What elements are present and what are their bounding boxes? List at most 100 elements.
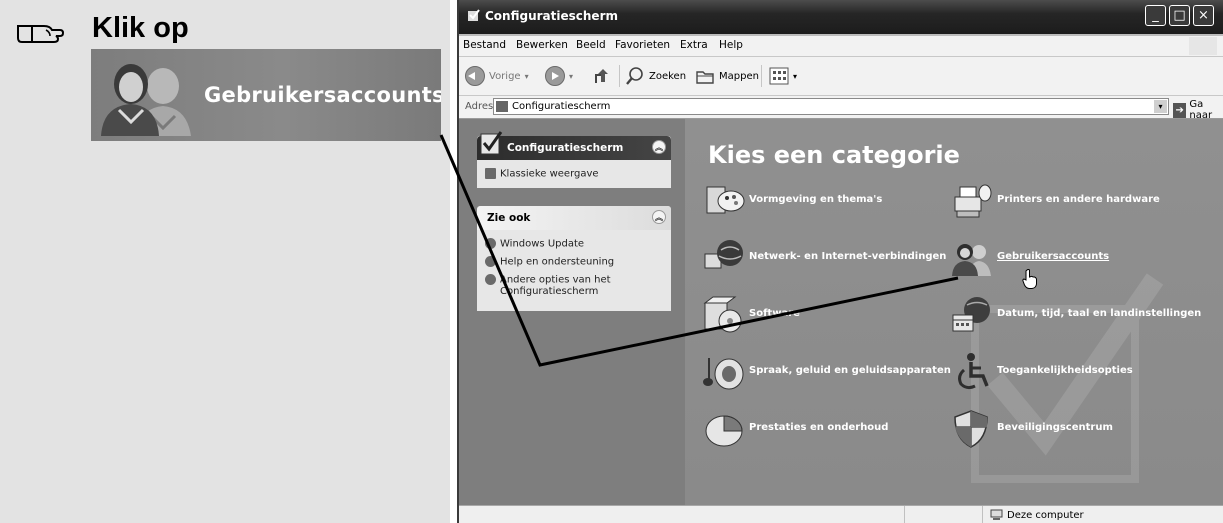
category-performance-label: Prestaties en onderhoud [749, 422, 889, 433]
pie-chart-icon [705, 415, 743, 447]
control-panel-box-header[interactable]: Configuratiescherm ︽ [477, 131, 671, 160]
menu-extra[interactable]: Extra [680, 39, 708, 51]
address-bar: Adres Configuratiescherm ▾ ➔ Ga naar [459, 96, 1223, 121]
back-label: Vorige [489, 70, 521, 82]
see-also-box: Zie ook ︽ Windows Update Help en onderst… [477, 206, 671, 311]
see-also-header[interactable]: Zie ook ︽ [477, 206, 671, 230]
menu-view[interactable]: Beeld [576, 39, 606, 51]
collapse-icon[interactable]: ︽ [652, 210, 666, 224]
category-software-label: Software [749, 308, 800, 319]
forward-button[interactable]: ▾ [545, 64, 573, 88]
search-icon [626, 67, 643, 85]
views-icon [769, 67, 789, 85]
forward-arrow-icon [545, 66, 565, 86]
folders-icon [696, 71, 714, 84]
other-options-label-line2[interactable]: Configuratiescherm [500, 286, 598, 297]
address-field[interactable]: Configuratiescherm ▾ [493, 98, 1169, 115]
windows-update-link[interactable]: Windows Update [485, 238, 584, 250]
users-icon [101, 64, 191, 136]
control-panel-window: Configuratiescherm _ □ × Bestand Bewerke… [457, 0, 1223, 523]
maximize-button[interactable]: □ [1169, 5, 1190, 26]
printer-icon [954, 184, 992, 218]
wheelchair-icon [958, 353, 989, 390]
control-panel-icon [468, 9, 480, 21]
windows-update-icon [485, 238, 496, 249]
menu-edit[interactable]: Bewerken [516, 39, 568, 51]
pane-divider [450, 0, 455, 523]
zoomed-users-label: Gebruikersaccounts [204, 83, 441, 107]
category-network-label: Netwerk- en Internet-verbindingen [749, 251, 947, 262]
close-button[interactable]: × [1193, 5, 1214, 26]
folder-up-icon [595, 69, 608, 83]
status-divider [982, 506, 983, 523]
views-dropdown-icon: ▾ [793, 71, 798, 81]
menu-help[interactable]: Help [719, 39, 743, 51]
toolbar-separator [619, 65, 620, 87]
computer-icon [990, 509, 1003, 520]
windows-logo-icon [1189, 37, 1217, 55]
control-panel-box: Configuratiescherm ︽ Klassieke weergave [477, 131, 671, 188]
forward-dropdown-icon: ▾ [569, 71, 574, 81]
search-label: Zoeken [649, 70, 687, 82]
classic-view-link[interactable]: Klassieke weergave [485, 168, 599, 180]
status-text: Deze computer [1007, 509, 1084, 521]
status-zone: Deze computer [990, 509, 1084, 521]
appearance-icon [706, 186, 745, 214]
speaker-note-icon [703, 358, 744, 390]
category-printers-label: Printers en andere hardware [997, 194, 1160, 205]
pointing-hand-icon [17, 25, 65, 43]
shield-icon [954, 410, 988, 448]
help-support-label: Help en ondersteuning [500, 256, 615, 268]
back-button[interactable]: Vorige ▾ [465, 64, 529, 88]
network-globe-icon [704, 240, 743, 269]
category-date-time-label: Datum, tijd, taal en landinstellingen [997, 308, 1202, 319]
instruction-title: Klik op [92, 12, 189, 44]
classic-view-icon [485, 168, 496, 179]
title-bar[interactable]: Configuratiescherm _ □ × [459, 0, 1223, 34]
address-value: Configuratiescherm [512, 101, 611, 112]
classic-view-label: Klassieke weergave [500, 168, 599, 180]
menu-bar: Bestand Bewerken Beeld Favorieten Extra … [459, 36, 1223, 57]
address-label: Adres [465, 101, 494, 112]
category-accessibility-label: Toegankelijkheidsopties [997, 365, 1133, 376]
status-divider [904, 506, 905, 523]
hand-cursor-icon [1022, 269, 1037, 289]
control-panel-box-title: Configuratiescherm [507, 142, 624, 154]
windows-update-label: Windows Update [500, 238, 585, 250]
zoomed-users-tile: Gebruikersaccounts [91, 49, 441, 141]
gear-icon [485, 274, 496, 285]
users-icon [952, 244, 991, 276]
go-button[interactable]: ➔ Ga naar [1173, 99, 1223, 121]
globe-calendar-icon [952, 297, 990, 332]
category-appearance-label: Vormgeving en thema's [749, 194, 883, 205]
address-dropdown-icon[interactable]: ▾ [1154, 100, 1167, 113]
help-support-link[interactable]: Help en ondersteuning [485, 256, 614, 268]
other-options-label: Andere opties van het [500, 274, 611, 286]
see-also-title: Zie ook [487, 212, 531, 224]
folders-button[interactable]: Mappen [695, 64, 759, 88]
category-view: Kies een categorie Vormgeving en thema's… [685, 119, 1223, 505]
toolbar: Vorige ▾ ▾ Zoeken Mappen ▾ [459, 57, 1223, 96]
views-button[interactable]: ▾ [769, 64, 797, 88]
menu-favorites[interactable]: Favorieten [615, 39, 670, 51]
search-button[interactable]: Zoeken [625, 64, 686, 88]
task-pane: Configuratiescherm ︽ Klassieke weergave … [459, 119, 685, 505]
back-arrow-icon [465, 66, 485, 86]
category-security-label: Beveiligingscentrum [997, 422, 1113, 433]
back-dropdown-icon: ▾ [524, 71, 529, 81]
status-bar: Deze computer [459, 505, 1223, 523]
menu-file[interactable]: Bestand [463, 39, 506, 51]
toolbar-separator [761, 65, 762, 87]
category-sound-label: Spraak, geluid en geluidsapparaten [749, 365, 951, 376]
go-label: Ga naar [1189, 99, 1213, 121]
collapse-icon[interactable]: ︽ [652, 140, 666, 154]
other-options-link[interactable]: Andere opties van het [485, 274, 611, 286]
minimize-button[interactable]: _ [1145, 5, 1166, 26]
category-user-accounts-label: Gebruikersaccounts [997, 251, 1110, 262]
checklist-icon [480, 131, 503, 155]
up-button[interactable] [593, 64, 613, 88]
software-box-icon [703, 296, 742, 333]
instruction-pane: Klik op Gebruikersaccounts [0, 0, 450, 523]
page-heading: Kies een categorie [708, 141, 960, 169]
go-arrow-icon: ➔ [1173, 102, 1187, 118]
